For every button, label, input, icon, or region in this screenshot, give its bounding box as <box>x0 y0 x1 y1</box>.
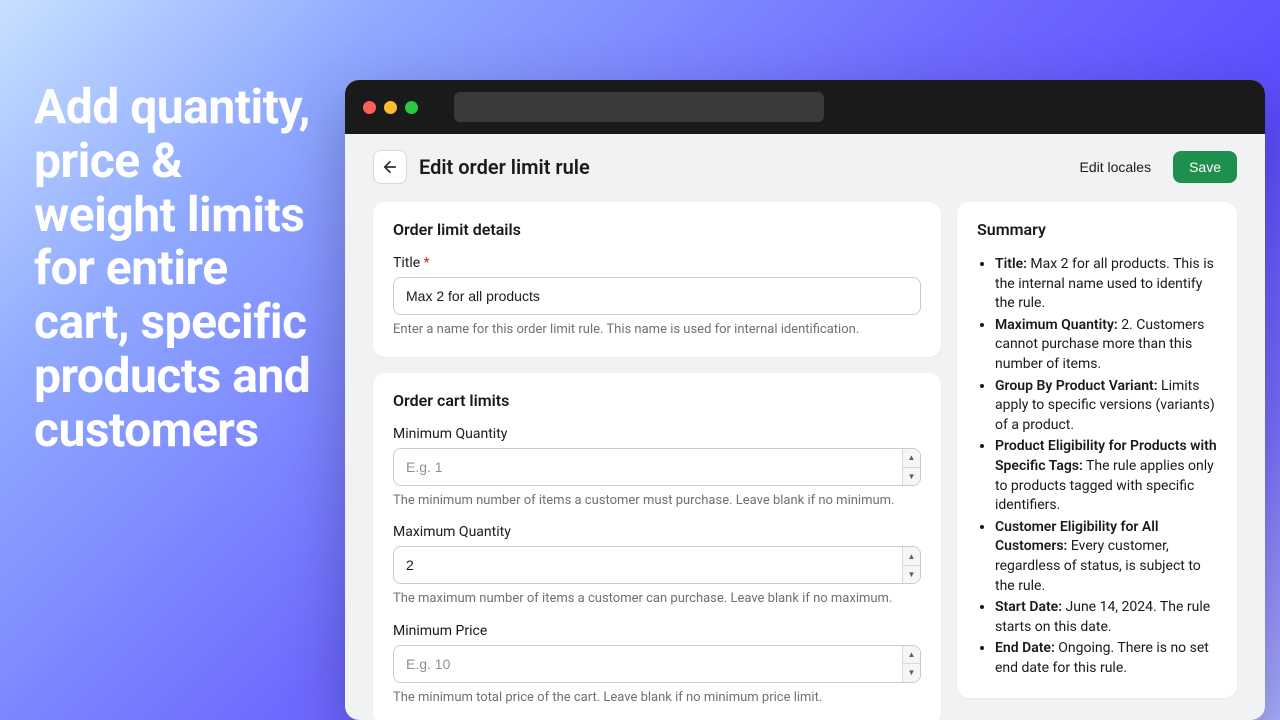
summary-item: Start Date: June 14, 2024. The rule star… <box>995 598 1217 637</box>
arrow-left-icon <box>381 158 399 176</box>
required-asterisk: * <box>424 255 430 271</box>
summary-item: Title: Max 2 for all products. This is t… <box>995 255 1217 314</box>
summary-item: End Date: Ongoing. There is no set end d… <box>995 639 1217 678</box>
summary-item: Group By Product Variant: Limits apply t… <box>995 377 1217 436</box>
min-qty-input[interactable] <box>393 448 921 486</box>
max-qty-input[interactable] <box>393 546 921 584</box>
min-qty-help-text: The minimum number of items a customer m… <box>393 492 921 510</box>
max-qty-label: Maximum Quantity <box>393 524 921 540</box>
card-title: Order cart limits <box>393 391 921 410</box>
summary-item: Customer Eligibility for All Customers: … <box>995 518 1217 596</box>
title-help-text: Enter a name for this order limit rule. … <box>393 321 921 339</box>
save-button[interactable]: Save <box>1173 151 1237 183</box>
summary-item: Product Eligibility for Products with Sp… <box>995 437 1217 515</box>
step-up-icon[interactable]: ▲ <box>903 547 920 566</box>
step-up-icon[interactable]: ▲ <box>903 449 920 468</box>
browser-chrome <box>345 80 1265 134</box>
order-limit-details-card: Order limit details Title * Enter a name… <box>373 202 941 357</box>
app-content: Edit order limit rule Edit locales Save … <box>345 134 1265 720</box>
step-down-icon[interactable]: ▼ <box>903 468 920 486</box>
max-qty-help-text: The maximum number of items a customer c… <box>393 590 921 608</box>
min-qty-label: Minimum Quantity <box>393 426 921 442</box>
min-price-label: Minimum Price <box>393 623 921 639</box>
summary-card: Summary Title: Max 2 for all products. T… <box>957 202 1237 698</box>
card-title: Summary <box>977 220 1217 239</box>
window-maximize-dot[interactable] <box>405 101 418 114</box>
browser-window: Edit order limit rule Edit locales Save … <box>345 80 1265 720</box>
summary-item: Maximum Quantity: 2. Customers cannot pu… <box>995 316 1217 375</box>
edit-locales-button[interactable]: Edit locales <box>1069 151 1161 183</box>
step-down-icon[interactable]: ▼ <box>903 664 920 682</box>
url-bar[interactable] <box>454 92 824 122</box>
price-stepper[interactable]: ▲ ▼ <box>902 646 920 682</box>
order-cart-limits-card: Order cart limits Minimum Quantity ▲ ▼ T… <box>373 373 941 720</box>
min-price-help-text: The minimum total price of the cart. Lea… <box>393 689 921 707</box>
step-down-icon[interactable]: ▼ <box>903 566 920 584</box>
title-input[interactable] <box>393 277 921 315</box>
quantity-stepper[interactable]: ▲ ▼ <box>902 449 920 485</box>
min-price-input[interactable] <box>393 645 921 683</box>
window-close-dot[interactable] <box>363 101 376 114</box>
title-label: Title * <box>393 255 921 271</box>
summary-list: Title: Max 2 for all products. This is t… <box>977 255 1217 678</box>
window-minimize-dot[interactable] <box>384 101 397 114</box>
marketing-headline: Add quantity, price & weight limits for … <box>34 80 334 456</box>
back-button[interactable] <box>373 150 407 184</box>
step-up-icon[interactable]: ▲ <box>903 646 920 665</box>
card-title: Order limit details <box>393 220 921 239</box>
page-title: Edit order limit rule <box>419 155 1057 179</box>
quantity-stepper[interactable]: ▲ ▼ <box>902 547 920 583</box>
page-header: Edit order limit rule Edit locales Save <box>373 150 1237 184</box>
